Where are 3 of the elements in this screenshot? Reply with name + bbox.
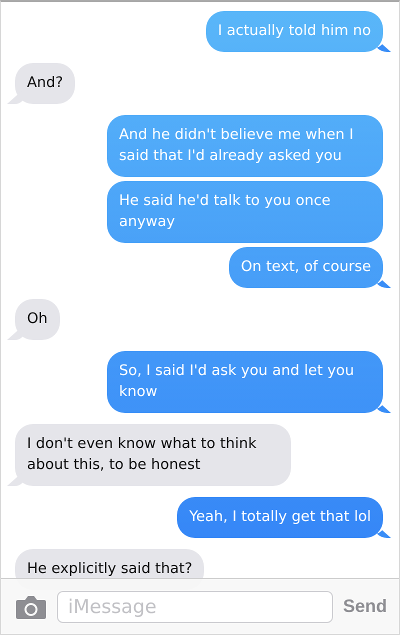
camera-icon[interactable] bbox=[15, 594, 47, 620]
message-field[interactable]: iMessage bbox=[57, 590, 333, 622]
send-button[interactable]: Send bbox=[342, 596, 387, 617]
